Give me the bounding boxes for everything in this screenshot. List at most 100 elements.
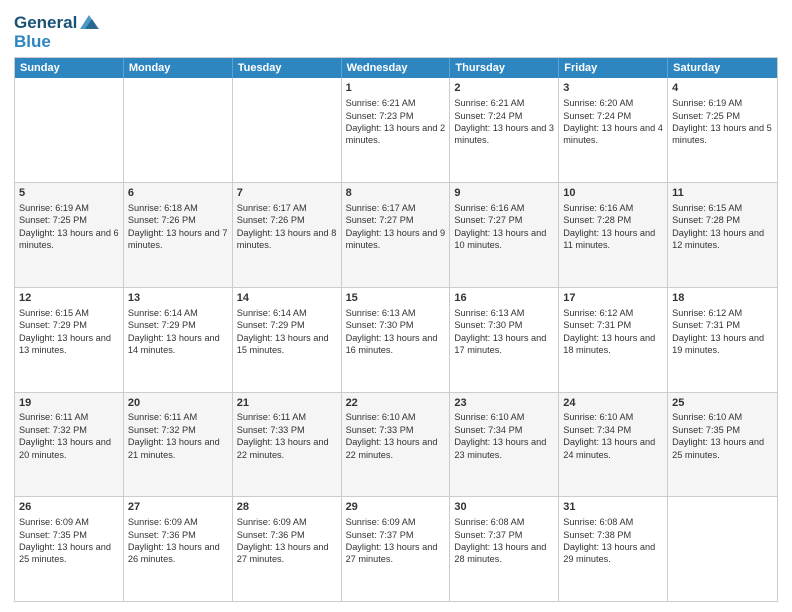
daylight-text: Daylight: 13 hours and 5 minutes.: [672, 123, 772, 145]
daylight-text: Daylight: 13 hours and 8 minutes.: [237, 228, 337, 250]
day-number: 2: [454, 81, 554, 96]
sunrise-text: Sunrise: 6:15 AM: [19, 308, 89, 318]
day-cell-20: 20Sunrise: 6:11 AMSunset: 7:32 PMDayligh…: [124, 393, 233, 497]
sunrise-text: Sunrise: 6:16 AM: [454, 203, 524, 213]
sunrise-text: Sunrise: 6:20 AM: [563, 98, 633, 108]
day-number: 30: [454, 500, 554, 515]
logo-text: General: [14, 14, 77, 33]
sunrise-text: Sunrise: 6:19 AM: [672, 98, 742, 108]
sunset-text: Sunset: 7:27 PM: [346, 215, 414, 225]
sunset-text: Sunset: 7:34 PM: [454, 425, 522, 435]
day-number: 23: [454, 396, 554, 411]
day-number: 18: [672, 291, 773, 306]
day-number: 26: [19, 500, 119, 515]
sunrise-text: Sunrise: 6:09 AM: [128, 517, 198, 527]
day-cell-empty: [668, 497, 777, 601]
daylight-text: Daylight: 13 hours and 28 minutes.: [454, 542, 546, 564]
sunset-text: Sunset: 7:24 PM: [563, 111, 631, 121]
daylight-text: Daylight: 13 hours and 23 minutes.: [454, 437, 546, 459]
sunset-text: Sunset: 7:31 PM: [563, 320, 631, 330]
day-number: 29: [346, 500, 446, 515]
day-cell-5: 5Sunrise: 6:19 AMSunset: 7:25 PMDaylight…: [15, 183, 124, 287]
day-cell-empty: [124, 78, 233, 182]
day-cell-13: 13Sunrise: 6:14 AMSunset: 7:29 PMDayligh…: [124, 288, 233, 392]
daylight-text: Daylight: 13 hours and 6 minutes.: [19, 228, 119, 250]
daylight-text: Daylight: 13 hours and 12 minutes.: [672, 228, 764, 250]
day-cell-7: 7 Sunrise: 6:17 AM Sunset: 7:26 PM Daylight…: [233, 183, 342, 287]
sunrise-text: Sunrise: 6:15 AM: [672, 203, 742, 213]
day-number: 6: [128, 186, 228, 201]
sunset-text: Sunset: 7:26 PM: [237, 215, 305, 225]
sunrise-text: Sunrise: 6:09 AM: [346, 517, 416, 527]
daylight-text: Daylight: 13 hours and 18 minutes.: [563, 333, 655, 355]
day-header-wednesday: Wednesday: [342, 58, 451, 78]
day-number: 7: [237, 186, 337, 201]
sunset-text: Sunset: 7:37 PM: [346, 530, 414, 540]
sunset-text: Sunset: 7:24 PM: [454, 111, 522, 121]
daylight-text: Daylight: 13 hours and 27 minutes.: [237, 542, 329, 564]
day-cell-3: 3Sunrise: 6:20 AMSunset: 7:24 PMDaylight…: [559, 78, 668, 182]
daylight-text: Daylight: 13 hours and 27 minutes.: [346, 542, 438, 564]
day-cell-26: 26Sunrise: 6:09 AMSunset: 7:35 PMDayligh…: [15, 497, 124, 601]
day-number: 1: [346, 81, 446, 96]
daylight-text: Daylight: 13 hours and 17 minutes.: [454, 333, 546, 355]
day-header-saturday: Saturday: [668, 58, 777, 78]
calendar-week-4: 19Sunrise: 6:11 AMSunset: 7:32 PMDayligh…: [15, 393, 777, 498]
sunset-text: Sunset: 7:35 PM: [672, 425, 740, 435]
day-cell-23: 23Sunrise: 6:10 AMSunset: 7:34 PMDayligh…: [450, 393, 559, 497]
calendar-week-5: 26 Sunrise: 6:09 AM Sunset: 7:35 PM Dayligh…: [15, 497, 777, 601]
sunset-text: Sunset: 7:32 PM: [19, 425, 87, 435]
daylight-text: Daylight: 13 hours and 4 minutes.: [563, 123, 663, 145]
day-cell-2: 2Sunrise: 6:21 AMSunset: 7:24 PMDaylight…: [450, 78, 559, 182]
day-header-tuesday: Tuesday: [233, 58, 342, 78]
day-number: 16: [454, 291, 554, 306]
sunrise-text: Sunrise: 6:10 AM: [563, 412, 633, 422]
sunrise-text: Sunrise: 6:13 AM: [454, 308, 524, 318]
day-cell-9: 9Sunrise: 6:16 AMSunset: 7:27 PMDaylight…: [450, 183, 559, 287]
day-number: 15: [346, 291, 446, 306]
sunset-text: Sunset: 7:33 PM: [346, 425, 414, 435]
sunrise-text: Sunrise: 6:14 AM: [237, 308, 307, 318]
sunrise-text: Sunrise: 6:10 AM: [346, 412, 416, 422]
daylight-text: Daylight: 13 hours and 7 minutes.: [128, 228, 228, 250]
logo-blue: Blue: [14, 33, 100, 52]
calendar-week-2: 5Sunrise: 6:19 AMSunset: 7:25 PMDaylight…: [15, 183, 777, 288]
day-number: 21: [237, 396, 337, 411]
daylight-text: Daylight: 13 hours and 22 minutes.: [237, 437, 329, 459]
day-cell-30: 30Sunrise: 6:08 AMSunset: 7:37 PMDayligh…: [450, 497, 559, 601]
day-cell-21: 21Sunrise: 6:11 AMSunset: 7:33 PMDayligh…: [233, 393, 342, 497]
day-number: 5: [19, 186, 119, 201]
sunrise-text: Sunrise: 6:08 AM: [563, 517, 633, 527]
sunrise-text: Sunrise: 6:18 AM: [128, 203, 198, 213]
daylight-text: Daylight: 13 hours and 25 minutes.: [672, 437, 764, 459]
sunset-text: Sunset: 7:36 PM: [128, 530, 196, 540]
day-cell-6: 6 Sunrise: 6:18 AM Sunset: 7:26 PM Daylight…: [124, 183, 233, 287]
day-cell-10: 10Sunrise: 6:16 AMSunset: 7:28 PMDayligh…: [559, 183, 668, 287]
sunrise-text: Sunrise: 6:21 AM: [454, 98, 524, 108]
sunset-text: Sunset: 7:23 PM: [346, 111, 414, 121]
sunset-text: Sunset: 7:31 PM: [672, 320, 740, 330]
sunset-text: Sunset: 7:34 PM: [563, 425, 631, 435]
day-cell-29: 29 Sunrise: 6:09 AM Sunset: 7:37 PM Dayligh…: [342, 497, 451, 601]
daylight-text: Daylight: 13 hours and 9 minutes.: [346, 228, 446, 250]
day-number: 25: [672, 396, 773, 411]
sunset-text: Sunset: 7:28 PM: [672, 215, 740, 225]
day-cell-12: 12Sunrise: 6:15 AMSunset: 7:29 PMDayligh…: [15, 288, 124, 392]
day-cell-27: 27Sunrise: 6:09 AMSunset: 7:36 PMDayligh…: [124, 497, 233, 601]
sunset-text: Sunset: 7:26 PM: [128, 215, 196, 225]
daylight-text: Daylight: 13 hours and 13 minutes.: [19, 333, 111, 355]
page: General Blue SundayMondayTuesdayWednesda…: [0, 0, 792, 612]
sunset-text: Sunset: 7:35 PM: [19, 530, 87, 540]
sunrise-text: Sunrise: 6:17 AM: [346, 203, 416, 213]
day-cell-15: 15Sunrise: 6:13 AMSunset: 7:30 PMDayligh…: [342, 288, 451, 392]
sunrise-text: Sunrise: 6:16 AM: [563, 203, 633, 213]
sunrise-text: Sunrise: 6:17 AM: [237, 203, 307, 213]
day-cell-24: 24Sunrise: 6:10 AMSunset: 7:34 PMDayligh…: [559, 393, 668, 497]
daylight-text: Daylight: 13 hours and 11 minutes.: [563, 228, 655, 250]
sunrise-text: Sunrise: 6:11 AM: [19, 412, 88, 422]
day-number: 8: [346, 186, 446, 201]
daylight-text: Daylight: 13 hours and 20 minutes.: [19, 437, 111, 459]
day-cell-empty: [15, 78, 124, 182]
sunrise-text: Sunrise: 6:10 AM: [672, 412, 742, 422]
sunset-text: Sunset: 7:30 PM: [454, 320, 522, 330]
